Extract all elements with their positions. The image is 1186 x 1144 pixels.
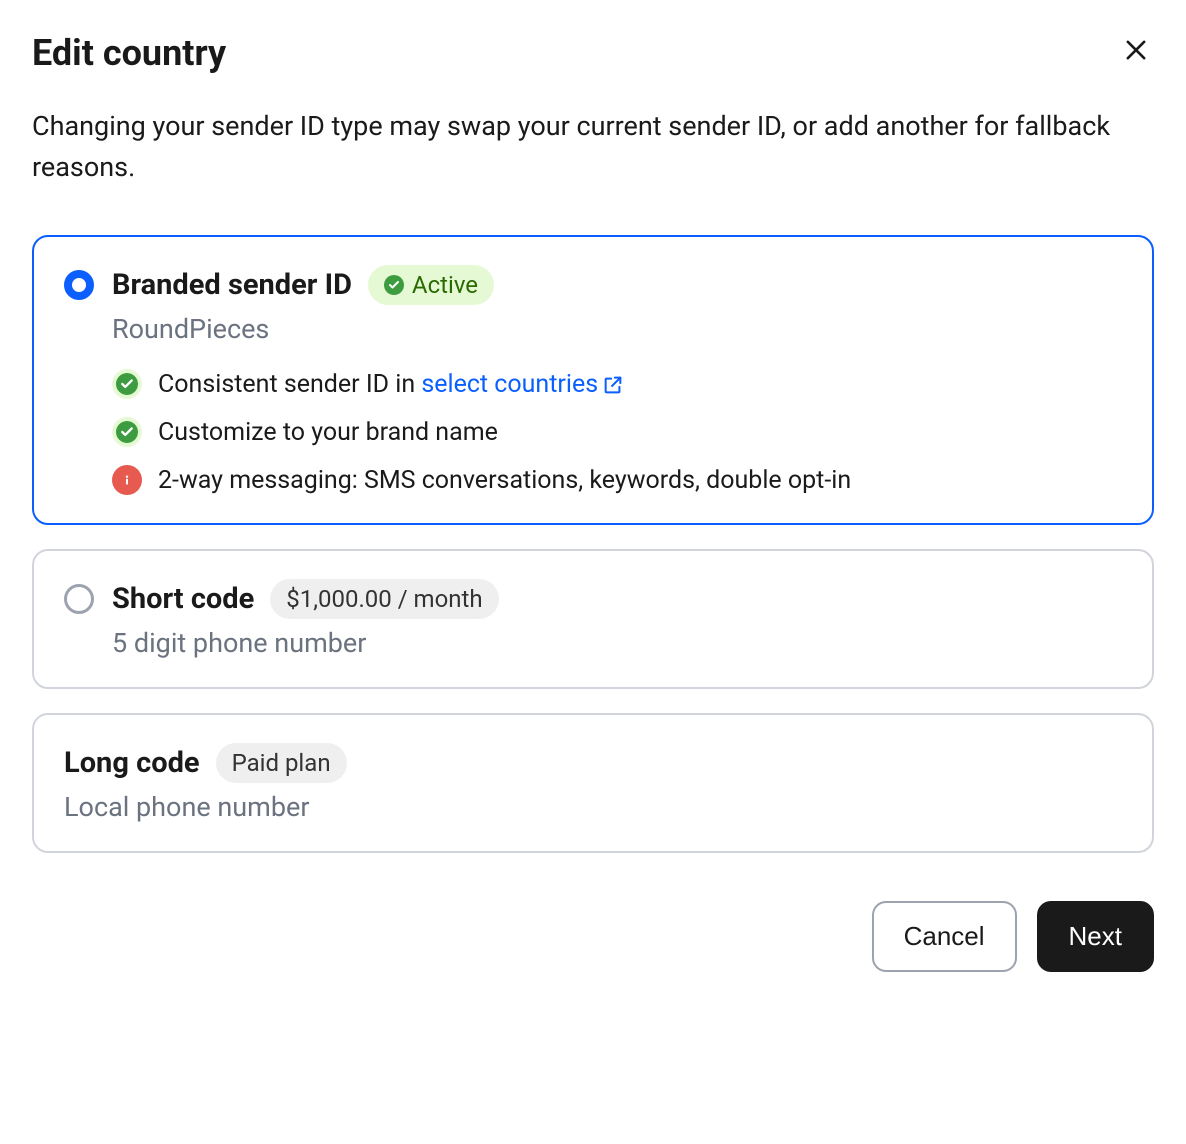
option-title-row: Branded sender ID Active [112, 265, 494, 305]
option-header: Long code Paid plan [64, 743, 1122, 783]
feature-item: Customize to your brand name [112, 417, 1122, 447]
external-link-icon [602, 374, 624, 396]
badge-label: Active [412, 271, 478, 299]
option-header: Branded sender ID Active [64, 265, 1122, 305]
dialog-description: Changing your sender ID type may swap yo… [32, 106, 1154, 187]
feature-text: Customize to your brand name [158, 418, 498, 447]
option-title-row: Short code $1,000.00 / month [112, 579, 499, 619]
select-countries-link[interactable]: select countries [421, 370, 624, 399]
option-subtitle: RoundPieces [112, 313, 1122, 345]
next-button[interactable]: Next [1037, 901, 1154, 972]
feature-list: Consistent sender ID in select countries… [112, 369, 1122, 495]
option-subtitle: Local phone number [64, 791, 1122, 823]
option-title: Long code [64, 746, 200, 780]
option-title: Branded sender ID [112, 268, 352, 302]
price-badge: $1,000.00 / month [270, 579, 498, 619]
feature-text: Consistent sender ID in select countries [158, 370, 624, 399]
dialog-title: Edit country [32, 32, 226, 74]
close-button[interactable] [1118, 32, 1154, 71]
radio-branded[interactable] [64, 270, 94, 300]
option-long-code[interactable]: Long code Paid plan Local phone number [32, 713, 1154, 853]
dialog-footer: Cancel Next [32, 901, 1154, 972]
feature-text: 2-way messaging: SMS conversations, keyw… [158, 466, 851, 495]
option-title: Short code [112, 582, 254, 616]
option-subtitle: 5 digit phone number [112, 627, 1122, 659]
option-title-row: Long code Paid plan [64, 743, 347, 783]
radio-short-code[interactable] [64, 584, 94, 614]
badge-label: Paid plan [232, 749, 331, 777]
feature-item: Consistent sender ID in select countries [112, 369, 1122, 399]
badge-label: $1,000.00 / month [286, 585, 482, 613]
option-header: Short code $1,000.00 / month [64, 579, 1122, 619]
alert-icon [112, 465, 142, 495]
status-badge-active: Active [368, 265, 494, 305]
option-branded-sender-id[interactable]: Branded sender ID Active RoundPieces Con… [32, 235, 1154, 525]
check-icon [112, 369, 142, 399]
check-icon [112, 417, 142, 447]
feature-item: 2-way messaging: SMS conversations, keyw… [112, 465, 1122, 495]
option-short-code[interactable]: Short code $1,000.00 / month 5 digit pho… [32, 549, 1154, 689]
close-icon [1122, 36, 1150, 67]
plan-badge: Paid plan [216, 743, 347, 783]
dialog-header: Edit country [32, 32, 1154, 74]
cancel-button[interactable]: Cancel [872, 901, 1017, 972]
check-circle-icon [384, 275, 404, 295]
